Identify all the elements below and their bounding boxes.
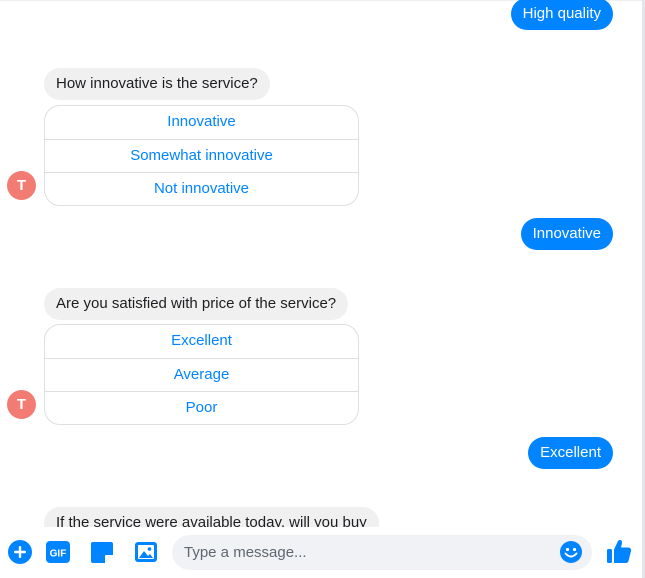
messenger-chat: High quality How innovative is the servi… bbox=[0, 0, 645, 578]
gif-icon[interactable]: GIF bbox=[45, 539, 71, 565]
bot-question: How innovative is the service? bbox=[44, 68, 270, 100]
emoji-icon[interactable] bbox=[559, 540, 583, 564]
bot-question: Are you satisfied with price of the serv… bbox=[44, 288, 349, 320]
outgoing-message: High quality bbox=[510, 0, 613, 30]
avatar: T bbox=[7, 171, 36, 200]
quick-reply-button[interactable]: Poor bbox=[45, 391, 358, 424]
quick-reply-button[interactable]: Innovative bbox=[45, 106, 358, 139]
avatar: T bbox=[7, 390, 36, 419]
message-input[interactable] bbox=[172, 535, 592, 570]
quick-replies: Excellent Average Poor bbox=[44, 324, 359, 425]
gif-label: GIF bbox=[50, 549, 67, 560]
quick-reply-button[interactable]: Somewhat innovative bbox=[45, 139, 358, 172]
quick-replies: Innovative Somewhat innovative Not innov… bbox=[44, 105, 359, 206]
outgoing-message: Innovative bbox=[520, 218, 613, 250]
thumbs-up-icon[interactable] bbox=[605, 537, 633, 565]
composer-bar: GIF bbox=[0, 527, 642, 578]
quick-reply-button[interactable]: Not innovative bbox=[45, 172, 358, 205]
sticker-icon[interactable] bbox=[89, 539, 115, 565]
outgoing-message: Excellent bbox=[528, 437, 613, 469]
image-icon[interactable] bbox=[133, 539, 159, 565]
plus-icon[interactable] bbox=[7, 539, 33, 565]
quick-reply-button[interactable]: Average bbox=[45, 358, 358, 391]
quick-reply-button[interactable]: Excellent bbox=[45, 325, 358, 358]
